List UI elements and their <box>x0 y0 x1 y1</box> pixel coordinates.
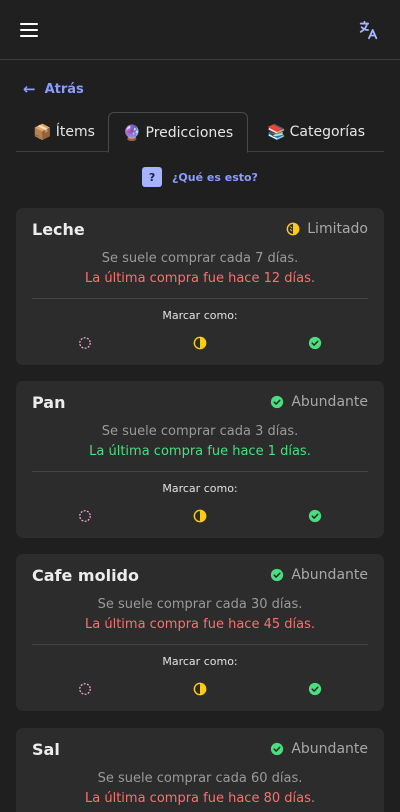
prediction-card: Sal Abundante Se suele comprar cada 60 d… <box>16 728 384 812</box>
item-name: Pan <box>32 393 66 412</box>
frequency-text: Se suele comprar cada 30 días. <box>97 597 303 612</box>
divider <box>32 471 368 472</box>
mark-abundant-button[interactable] <box>307 335 323 351</box>
last-purchase-text: La última compra fue hace 45 días. <box>85 617 315 632</box>
mark-empty-button[interactable] <box>77 681 93 697</box>
tab-items[interactable]: 📦 Ítems <box>20 112 108 152</box>
status-text: Abundante <box>291 741 368 757</box>
mark-as-label: Marcar como: <box>162 309 238 322</box>
half-circle-icon <box>286 222 300 236</box>
check-circle-icon <box>271 568 284 582</box>
tab-label: Predicciones <box>145 124 234 141</box>
back-label: Atrás <box>44 81 84 97</box>
half-circle-icon <box>193 336 207 350</box>
check-circle-icon <box>271 742 284 756</box>
frequency-text: Se suele comprar cada 7 días. <box>101 251 299 266</box>
divider <box>32 298 368 299</box>
mark-limited-button[interactable] <box>192 681 208 697</box>
status-badge: Abundante <box>270 741 368 757</box>
help-link[interactable]: ¿Qué es esto? <box>172 171 258 184</box>
check-circle-icon <box>308 336 322 350</box>
prediction-card: Cafe molido Abundante Se suele comprar c… <box>16 554 384 711</box>
back-link[interactable]: ← Atrás <box>23 80 84 98</box>
dashed-circle-icon <box>79 510 91 522</box>
last-purchase-text: La última compra fue hace 80 días. <box>85 791 315 806</box>
half-circle-icon <box>193 682 207 696</box>
hamburger-icon[interactable] <box>20 22 38 37</box>
dashed-circle-icon <box>79 337 91 349</box>
last-purchase-text: La última compra fue hace 1 días. <box>89 444 311 459</box>
check-circle-icon <box>271 395 284 409</box>
status-text: Abundante <box>291 394 368 410</box>
tab-bar: 📦 Ítems 🔮 Predicciones 📚 Categorías <box>16 112 384 153</box>
books-icon: 📚 <box>266 123 286 141</box>
tab-categories[interactable]: 📚 Categorías <box>248 112 384 152</box>
mark-empty-button[interactable] <box>77 508 93 524</box>
mark-as-label: Marcar como: <box>162 482 238 495</box>
mark-options <box>16 508 384 524</box>
mark-as-label: Marcar como: <box>162 655 238 668</box>
frequency-text: Se suele comprar cada 3 días. <box>101 424 299 439</box>
item-name: Cafe molido <box>32 566 139 585</box>
tab-label: Categorías <box>289 124 366 140</box>
translate-icon[interactable] <box>358 19 380 41</box>
mark-abundant-button[interactable] <box>307 508 323 524</box>
status-text: Abundante <box>291 567 368 583</box>
tab-label: Ítems <box>55 124 95 140</box>
mark-options <box>16 335 384 351</box>
help-row: ? ¿Qué es esto? <box>0 167 400 187</box>
item-name: Sal <box>32 740 60 759</box>
half-circle-icon <box>193 509 207 523</box>
frequency-text: Se suele comprar cada 60 días. <box>97 771 303 786</box>
status-badge: Abundante <box>270 567 368 583</box>
last-purchase-text: La última compra fue hace 12 días. <box>85 271 315 286</box>
question-icon[interactable]: ? <box>142 167 163 187</box>
package-icon: 📦 <box>33 123 52 141</box>
status-badge: Abundante <box>270 394 368 410</box>
check-circle-icon <box>308 682 322 696</box>
item-name: Leche <box>32 220 85 239</box>
tab-predictions[interactable]: 🔮 Predicciones <box>108 112 248 153</box>
prediction-card: Pan Abundante Se suele comprar cada 3 dí… <box>16 381 384 538</box>
divider <box>32 644 368 645</box>
mark-abundant-button[interactable] <box>307 681 323 697</box>
status-text: Limitado <box>307 221 368 237</box>
top-bar <box>0 0 400 60</box>
status-badge: Limitado <box>286 221 368 237</box>
check-circle-icon <box>308 509 322 523</box>
mark-limited-button[interactable] <box>192 335 208 351</box>
dashed-circle-icon <box>79 683 91 695</box>
arrow-left-icon: ← <box>23 80 36 98</box>
crystal-ball-icon: 🔮 <box>122 123 142 142</box>
prediction-card: Leche Limitado Se suele comprar cada 7 d… <box>16 208 384 365</box>
mark-options <box>16 681 384 697</box>
mark-empty-button[interactable] <box>77 335 93 351</box>
mark-limited-button[interactable] <box>192 508 208 524</box>
